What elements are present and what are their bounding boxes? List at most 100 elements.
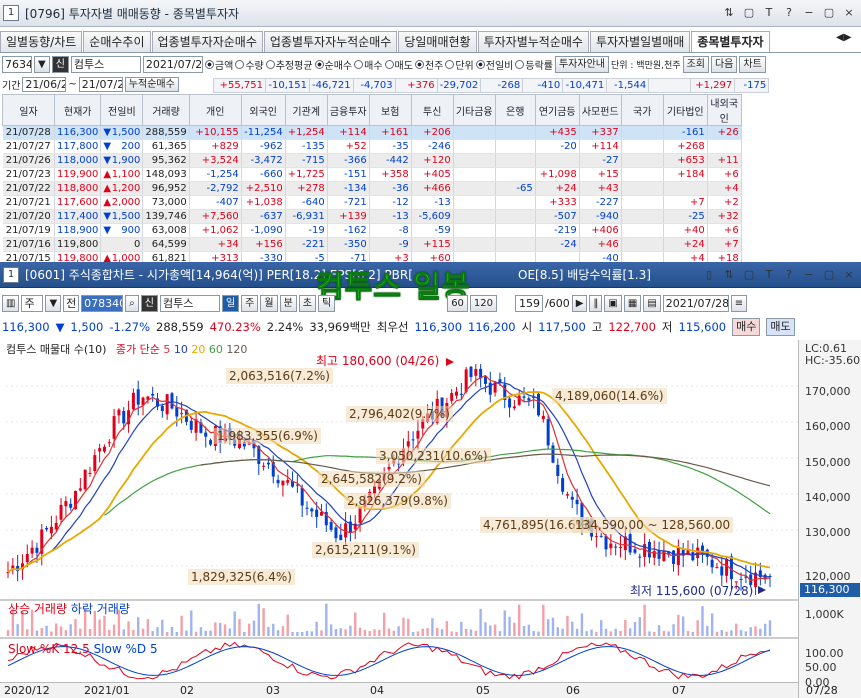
column-header[interactable]: 전일비 xyxy=(100,94,144,126)
radio-rate[interactable]: 등락률 xyxy=(515,57,553,72)
table-row[interactable]: 21/07/26 118,000 ▼ 1,900 95,362 +3,524 -3,472-… xyxy=(2,153,742,168)
sell-button[interactable]: 매도 xyxy=(766,318,795,336)
prev-code-button[interactable]: 전 xyxy=(63,294,80,312)
pause-icon[interactable]: ‖ xyxy=(589,294,603,312)
w1-ctrl-icon[interactable]: × xyxy=(841,4,857,21)
menu-icon[interactable]: ≡ xyxy=(730,294,748,312)
column-header[interactable]: 내외국인 xyxy=(706,94,742,126)
column-header[interactable]: 연기금등 xyxy=(534,94,580,126)
grid-icon[interactable]: ▦ xyxy=(623,294,642,312)
column-header[interactable]: 기타법인 xyxy=(662,94,708,126)
stock-name-field-2[interactable]: 컴투스 xyxy=(159,294,220,312)
radio-amount[interactable]: 금액 xyxy=(204,57,233,72)
column-header[interactable]: 보험 xyxy=(368,94,412,126)
tab-0[interactable]: 일별동향/차트 xyxy=(0,31,83,52)
investor-guide-button[interactable]: 투자자안내 xyxy=(554,55,609,73)
ma60-button[interactable]: 60 xyxy=(447,294,468,312)
code-dropdown-button[interactable]: ▼ xyxy=(34,55,50,73)
radio-prev-change[interactable]: 전일비 xyxy=(475,57,513,72)
column-header[interactable]: 개인 xyxy=(188,94,242,126)
tab-1[interactable]: 순매수추이 xyxy=(83,31,151,52)
zoom-icon[interactable]: ▣ xyxy=(604,294,622,312)
volume-down-label: 하락 거래량 xyxy=(70,602,130,616)
column-header[interactable]: 은행 xyxy=(494,94,536,126)
chart-settings-icon[interactable]: ▥ xyxy=(2,294,20,312)
tabs-scroll-button[interactable]: ◀▶ xyxy=(836,32,851,43)
column-header[interactable]: 현재가 xyxy=(53,94,102,126)
ma120-button[interactable]: 120 xyxy=(469,294,498,312)
column-header[interactable]: 투신 xyxy=(410,94,454,126)
radio-unit[interactable]: 단위 xyxy=(445,57,474,72)
buy-button[interactable]: 매수 xyxy=(732,318,761,336)
w1-ctrl-icon[interactable]: T xyxy=(761,4,777,21)
w2-ctrl-icon[interactable]: ⇅ xyxy=(721,266,737,283)
column-header[interactable]: 사모펀드 xyxy=(578,94,622,126)
column-header[interactable]: 국가 xyxy=(620,94,664,126)
column-header[interactable]: 기타금융 xyxy=(452,94,496,126)
table-row[interactable]: 21/07/23 119,900 ▲ 1,100 148,093 -1,254 -660 +1… xyxy=(2,167,742,182)
period-day-button[interactable]: 일 xyxy=(221,294,240,312)
table-row[interactable]: 21/07/20 117,400 ▼ 1,500 139,746 +7,560 -637 -6… xyxy=(2,209,742,224)
w2-ctrl-icon[interactable]: ? xyxy=(781,266,797,283)
table-row[interactable]: 21/07/22 118,800 ▲ 1,200 96,952 -2,792 +2,510 +… xyxy=(2,181,742,196)
radio-buy[interactable]: 매수 xyxy=(354,57,383,72)
w1-ctrl-icon[interactable]: ▢ xyxy=(741,4,757,21)
table-row[interactable]: 21/07/27 117,800 ▼ 200 61,365 +829 -962 -135 +52… xyxy=(2,139,742,154)
column-header[interactable]: 금융투자 xyxy=(326,94,370,126)
w1-ctrl-icon[interactable]: ⇅ xyxy=(721,4,737,21)
stock-code-input[interactable]: 76340 xyxy=(2,55,32,73)
tab-6[interactable]: 투자자별일별매매 xyxy=(589,31,691,52)
w1-ctrl-icon[interactable]: ▢ xyxy=(821,4,837,21)
w2-ctrl-icon[interactable]: − xyxy=(801,266,817,283)
radio-thousand[interactable]: 천주 xyxy=(414,57,443,72)
period-second-button[interactable]: 초 xyxy=(298,294,316,312)
market-selector[interactable]: 주 xyxy=(21,294,44,312)
investor-table[interactable]: 일자 현재가 전일비 거래량 개인 외국인 기관계 금융투자 보험 투신 기타금융 은행 연기금등 사모펀… xyxy=(2,94,742,266)
volume-bar xyxy=(267,626,270,636)
w2-ctrl-icon[interactable]: × xyxy=(841,266,857,283)
stock-code-field[interactable]: 078340 xyxy=(81,294,124,312)
w2-ctrl-icon[interactable]: ▢ xyxy=(741,266,757,283)
volume-bar xyxy=(513,622,516,636)
w2-ctrl-icon[interactable]: T xyxy=(761,266,777,283)
tab-7[interactable]: 종목별투자자 xyxy=(691,31,770,52)
bar-count-input[interactable]: 159 xyxy=(515,294,544,312)
table-row[interactable]: 21/07/16 119,800 0 64,599 +34 +156 -221 -350 -9 +… xyxy=(2,237,742,252)
radio-sell[interactable]: 매도 xyxy=(384,57,413,72)
radio-net-buy[interactable]: 순매수 xyxy=(314,57,352,72)
date-from-input[interactable]: 21/06/2 xyxy=(22,76,67,92)
w1-ctrl-icon[interactable]: − xyxy=(801,4,817,21)
w2-ctrl-icon[interactable]: ▢ xyxy=(821,266,837,283)
next-button[interactable]: 다음 xyxy=(710,55,738,73)
calendar-icon[interactable]: ▤ xyxy=(643,294,661,312)
play-icon[interactable]: ▶ xyxy=(571,294,588,312)
tab-5[interactable]: 투자자별누적순매수 xyxy=(477,31,589,52)
column-header[interactable]: 거래량 xyxy=(142,94,190,126)
date-to-input[interactable]: 21/07/2 xyxy=(78,76,123,92)
stock-name-field[interactable]: 컴투스 xyxy=(70,55,141,73)
period-month-button[interactable]: 월 xyxy=(260,294,278,312)
chevron-down-icon[interactable]: ▼ xyxy=(45,294,62,312)
radio-quantity[interactable]: 수량 xyxy=(235,57,264,72)
table-row[interactable]: 21/07/19 118,900 ▼ 900 63,008 +1,062 -1,090 -19… xyxy=(2,223,742,238)
period-week-button[interactable]: 주 xyxy=(241,294,259,312)
radio-avg[interactable]: 추정평균 xyxy=(265,57,313,72)
tab-2[interactable]: 업종별투자자순매수 xyxy=(151,31,263,52)
tab-3[interactable]: 업종별투자자누적순매수 xyxy=(263,31,398,52)
column-header[interactable]: 외국인 xyxy=(240,94,286,126)
search-icon[interactable]: ⌕ xyxy=(125,294,139,312)
column-header[interactable]: 기관계 xyxy=(284,94,328,126)
date-input[interactable]: 2021/07/2 xyxy=(142,55,203,73)
chart-date-input[interactable]: 2021/07/28 xyxy=(662,294,729,312)
period-tick-button[interactable]: 틱 xyxy=(317,294,336,312)
w2-ctrl-icon[interactable]: ▯ xyxy=(701,266,717,283)
column-header[interactable]: 일자 xyxy=(2,94,55,126)
search-button[interactable]: 조회 xyxy=(682,55,709,73)
table-row[interactable]: 21/07/28 116,300 ▼ 1,500 288,559 +10,155 -11,2… xyxy=(2,125,742,140)
price-chart[interactable] xyxy=(0,338,798,682)
w1-ctrl-icon[interactable]: ? xyxy=(781,4,797,21)
table-row[interactable]: 21/07/21 117,600 ▲ 2,000 73,000 -407 +1,038 -64… xyxy=(2,195,742,210)
period-minute-button[interactable]: 분 xyxy=(279,294,297,312)
tab-4[interactable]: 당일매매현황 xyxy=(398,31,477,52)
chart-button[interactable]: 차트 xyxy=(739,55,766,73)
